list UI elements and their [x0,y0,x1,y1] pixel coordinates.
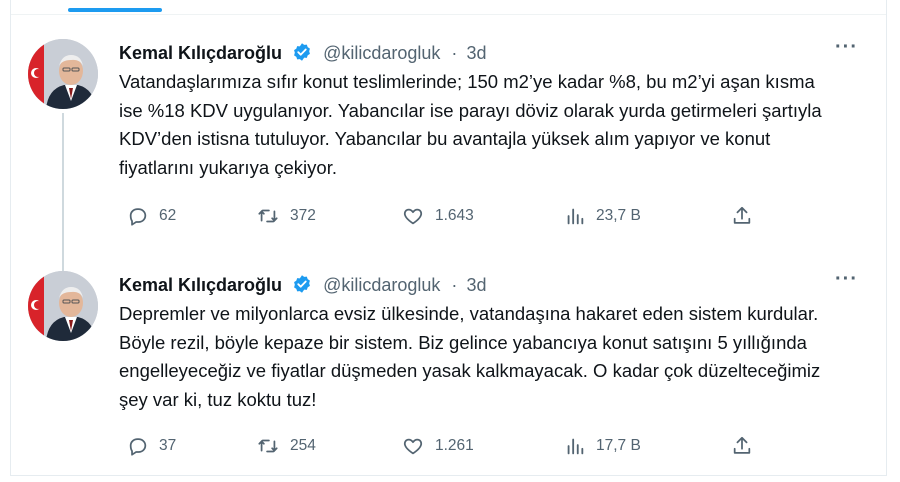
retweet-count: 254 [290,437,316,454]
share-button[interactable] [731,205,753,227]
heart-icon [401,205,425,227]
tweet-1[interactable]: Kemal Kılıçdaroğlu @kilicdarogluk · 3d ·… [11,30,886,283]
reply-icon [127,435,149,457]
retweet-button[interactable]: 372 [256,205,316,227]
views-button[interactable]: 23,7 B [564,205,641,227]
views-count: 17,7 B [596,437,641,454]
avatar[interactable] [28,271,98,341]
tweet-header: Kemal Kılıçdaroğlu @kilicdarogluk · 3d ·… [119,268,866,299]
separator-dot: · [451,43,458,63]
tweet-time[interactable]: 3d [466,43,486,63]
more-icon[interactable]: ··· [835,36,858,59]
author-name[interactable]: Kemal Kılıçdaroğlu [119,275,282,295]
tweet-actions: 62 372 1.643 23,7 B [119,205,759,233]
like-count: 1.643 [435,207,474,224]
author-handle[interactable]: @kilicdarogluk [323,43,440,63]
views-count: 23,7 B [596,207,641,224]
like-count: 1.261 [435,437,474,454]
tweet-actions: 37 254 1.261 17,7 B [119,435,759,463]
views-icon [564,435,586,457]
retweet-button[interactable]: 254 [256,435,316,457]
tweet-text: Depremler ve milyonlarca evsiz ülkesinde… [119,303,821,410]
more-icon[interactable]: ··· [835,268,858,291]
like-button[interactable]: 1.261 [401,435,474,457]
retweet-icon [256,205,280,227]
reply-count: 62 [159,207,177,224]
active-tab-indicator [68,8,162,12]
tweet-time[interactable]: 3d [466,275,486,295]
reply-button[interactable]: 37 [127,435,176,457]
share-button[interactable] [731,435,753,457]
author-handle[interactable]: @kilicdarogluk [323,275,440,295]
verified-badge-icon [292,274,312,299]
tweet-header: Kemal Kılıçdaroğlu @kilicdarogluk · 3d ·… [119,36,866,67]
reply-icon [127,205,149,227]
views-button[interactable]: 17,7 B [564,435,641,457]
tweet-text: Vatandaşlarımıza sıfır konut teslimlerin… [119,71,822,178]
heart-icon [401,435,425,457]
views-icon [564,205,586,227]
tweet-2[interactable]: Kemal Kılıçdaroğlu @kilicdarogluk · 3d ·… [11,262,886,472]
top-divider [11,14,886,15]
verified-badge-icon [292,42,312,67]
like-button[interactable]: 1.643 [401,205,474,227]
thread-connector-line [62,113,64,283]
share-icon [731,435,753,457]
author-name[interactable]: Kemal Kılıçdaroğlu [119,43,282,63]
reply-count: 37 [159,437,177,454]
avatar[interactable] [28,39,98,109]
retweet-count: 372 [290,207,316,224]
reply-button[interactable]: 62 [127,205,176,227]
retweet-icon [256,435,280,457]
timeline-frame: Kemal Kılıçdaroğlu @kilicdarogluk · 3d ·… [10,0,887,476]
share-icon [731,205,753,227]
separator-dot: · [451,275,458,295]
